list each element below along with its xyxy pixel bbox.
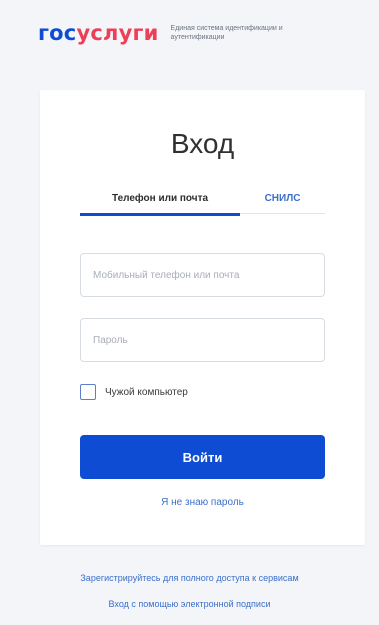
logo-text-red: услуги	[76, 20, 159, 45]
login-method-tabs: Телефон или почта СНИЛС	[80, 185, 325, 216]
logo-text-blue: гос	[38, 20, 77, 45]
forgot-password-link[interactable]: Я не знаю пароль	[40, 497, 365, 508]
gosuslugi-logo[interactable]: гос услуги	[38, 20, 159, 45]
header-tagline: Единая система идентификации и аутентифи…	[170, 25, 283, 41]
tab-phone-or-email[interactable]: Телефон или почта	[80, 185, 240, 216]
footer-links: Зарегистрируйтесь для полного доступа к …	[0, 572, 379, 624]
password-input[interactable]	[80, 318, 325, 362]
login-button[interactable]: Войти	[80, 435, 325, 479]
foreign-computer-checkbox[interactable]	[80, 384, 96, 400]
tab-snils[interactable]: СНИЛС	[240, 185, 325, 214]
page-title: Вход	[170, 128, 235, 159]
foreign-computer-row: Чужой компьютер	[80, 382, 188, 402]
foreign-computer-label[interactable]: Чужой компьютер	[105, 387, 188, 398]
login-card: Вход Телефон или почта СНИЛС Чужой компь…	[40, 90, 365, 545]
register-link[interactable]: Зарегистрируйтесь для полного доступа к …	[0, 572, 379, 584]
login-input[interactable]	[80, 253, 325, 297]
esign-login-link[interactable]: Вход с помощью электронной подписи	[0, 598, 379, 610]
site-header: гос услуги Единая система идентификации …	[38, 18, 368, 48]
